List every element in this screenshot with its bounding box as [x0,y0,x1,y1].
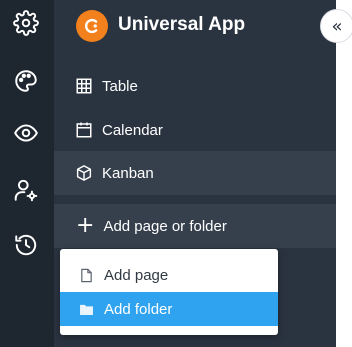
sidebar-item-kanban[interactable]: Kanban [54,151,336,195]
menu-item-label: Add page [104,266,169,284]
sidebar-item-label: Calendar [102,121,163,139]
app-logo-icon [76,10,108,42]
icon-rail [0,0,54,347]
folder-icon [78,301,94,317]
plus-icon: + [76,213,95,238]
menu-item-label: Add folder [104,300,173,318]
sidebar-item-table[interactable]: Table [54,64,336,108]
history-icon[interactable] [12,231,40,259]
menu-item-add-folder[interactable]: Add folder [60,292,278,326]
user-settings-icon[interactable] [12,176,40,204]
sidebar-item-label: Table [102,77,138,95]
add-dropdown-menu: Add page Add folder [60,249,278,335]
add-page-or-folder-button[interactable]: + Add page or folder [54,204,336,248]
sidebar-item-label: Kanban [102,164,154,182]
menu-item-add-page[interactable]: Add page [60,258,278,292]
add-page-or-folder-label: Add page or folder [103,217,227,235]
double-chevron-left-icon: « [331,15,343,37]
palette-icon[interactable] [12,67,40,95]
calendar-icon [74,120,94,140]
cube-icon [74,163,94,183]
gear-icon[interactable] [12,9,40,37]
page-icon [78,267,94,283]
collapse-sidebar-button[interactable]: « [320,9,352,43]
eye-icon[interactable] [12,119,40,147]
table-icon [74,76,94,96]
app-title: Universal App [118,14,246,35]
sidebar-item-calendar[interactable]: Calendar [54,108,336,152]
content-area [336,0,352,347]
